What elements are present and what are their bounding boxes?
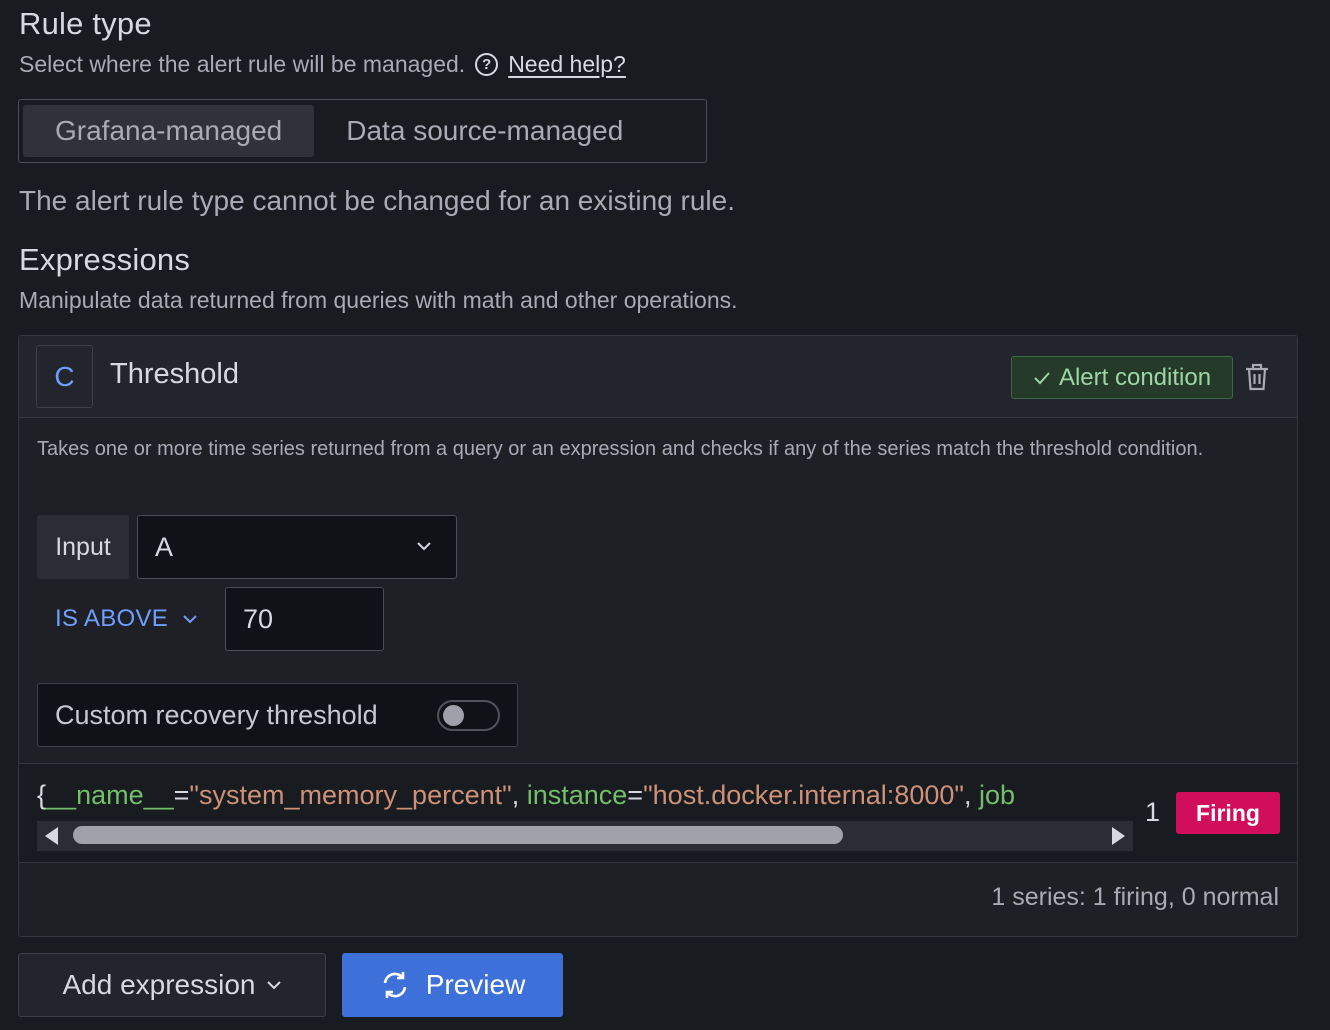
add-expression-button[interactable]: Add expression [18,953,326,1017]
radio-data-source-managed[interactable]: Data source-managed [314,105,655,157]
add-expression-label: Add expression [62,969,256,1000]
toggle-knob [443,705,464,726]
series-labels: {__name__="system_memory_percent", insta… [37,780,1016,810]
label-separator: , [511,780,527,810]
rule-type-description-text: Select where the alert rule will be mana… [19,51,466,77]
series-value: 1 [1145,797,1161,827]
horizontal-scrollbar[interactable] [37,821,1133,851]
threshold-value-input[interactable]: 70 [225,587,384,651]
check-icon [1034,371,1050,384]
custom-recovery-field: Custom recovery threshold [37,683,518,747]
preview-label: Preview [425,969,526,1000]
question-circle-icon: ? [475,53,499,76]
custom-recovery-label: Custom recovery threshold [55,699,378,730]
label-value: "system_memory_percent" [189,780,512,810]
rule-type-radio-group: Grafana-managed Data source-managed [18,99,707,163]
label-key: __name__ [46,780,174,810]
input-label: Input [37,515,129,579]
scrollbar-thumb[interactable] [73,826,843,844]
expressions-title: Expressions [19,242,191,277]
input-select[interactable]: A [137,515,457,579]
radio-grafana-managed[interactable]: Grafana-managed [23,105,315,157]
need-help-label[interactable]: Need help? [508,51,626,78]
rule-type-description: Select where the alert rule will be mana… [19,51,626,78]
label-key: instance [526,780,628,810]
label-separator: , [963,780,979,810]
ref-id-badge[interactable]: C [36,345,93,408]
label-value: "host.docker.internal:8000" [643,780,964,810]
rule-type-title: Rule type [19,6,152,41]
trash-icon[interactable] [1243,362,1271,392]
expression-card: C Threshold Alert condition Takes one or… [18,335,1298,937]
alert-condition-badge[interactable]: Alert condition [1011,356,1233,399]
scroll-left-icon[interactable] [45,827,58,845]
custom-recovery-toggle[interactable] [437,700,500,731]
label-open-brace: { [37,780,47,810]
firing-badge: Firing [1176,792,1280,834]
expression-name: Threshold [110,358,239,390]
operator-label: IS ABOVE [55,605,169,632]
need-help-link[interactable]: ? Need help? [475,51,626,78]
operator-select[interactable]: IS ABOVE [55,602,198,636]
input-select-value: A [155,531,174,562]
rule-type-note: The alert rule type cannot be changed fo… [19,185,735,216]
series-preview: {__name__="system_memory_percent", insta… [19,763,1297,863]
chevron-down-icon [183,615,197,624]
alert-condition-label: Alert condition [1058,363,1212,391]
label-key: job [978,780,1016,810]
expressions-description: Manipulate data returned from queries wi… [19,287,738,313]
scroll-right-icon[interactable] [1112,827,1125,845]
series-summary: 1 series: 1 firing, 0 normal [991,883,1279,911]
sync-icon [383,972,406,998]
chevron-down-icon [266,981,281,990]
expression-description: Takes one or more time series returned f… [37,438,1204,460]
preview-button[interactable]: Preview [342,953,563,1017]
chevron-down-icon [417,542,431,551]
expression-card-header: C Threshold Alert condition [19,336,1297,418]
